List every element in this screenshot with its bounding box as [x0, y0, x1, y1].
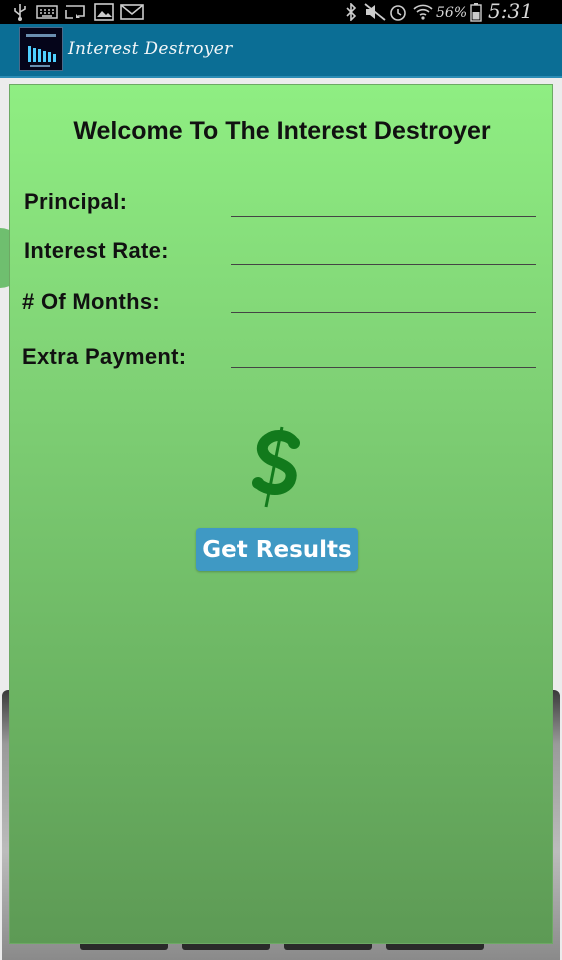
months-input[interactable] [231, 288, 536, 313]
app-title: Interest Destroyer [68, 39, 233, 59]
interest-destroyer-app-icon[interactable] [19, 27, 63, 71]
interest-rate-input[interactable] [231, 240, 536, 265]
interest-rate-label: Interest Rate: [24, 238, 169, 263]
principal-input[interactable] [231, 192, 536, 217]
bluetooth-icon [344, 3, 358, 21]
dollar-sign-icon [246, 425, 310, 509]
gmail-icon [120, 3, 144, 21]
status-bar: 56% 5:31 PM [0, 0, 562, 47]
usb-icon [12, 3, 28, 21]
mute-icon [364, 3, 386, 21]
battery-icon [470, 3, 482, 22]
keyboard-icon [36, 3, 58, 21]
action-bar: Interest Destroyer [0, 24, 562, 78]
get-results-button[interactable]: Get Results [196, 528, 358, 571]
extra-payment-input[interactable] [231, 343, 536, 368]
image-icon [94, 3, 114, 21]
welcome-heading: Welcome To The Interest Destroyer [73, 117, 491, 145]
wifi-icon [412, 3, 434, 21]
battery-percent: 56% [436, 5, 468, 21]
months-label: # Of Months: [22, 289, 161, 314]
alarm-icon [388, 3, 408, 21]
extra-payment-label: Extra Payment: [22, 344, 187, 369]
principal-label: Principal: [24, 189, 128, 214]
calculator-dialog: Welcome To The Interest Destroyer Princi… [9, 84, 553, 944]
cast-icon [64, 3, 88, 21]
